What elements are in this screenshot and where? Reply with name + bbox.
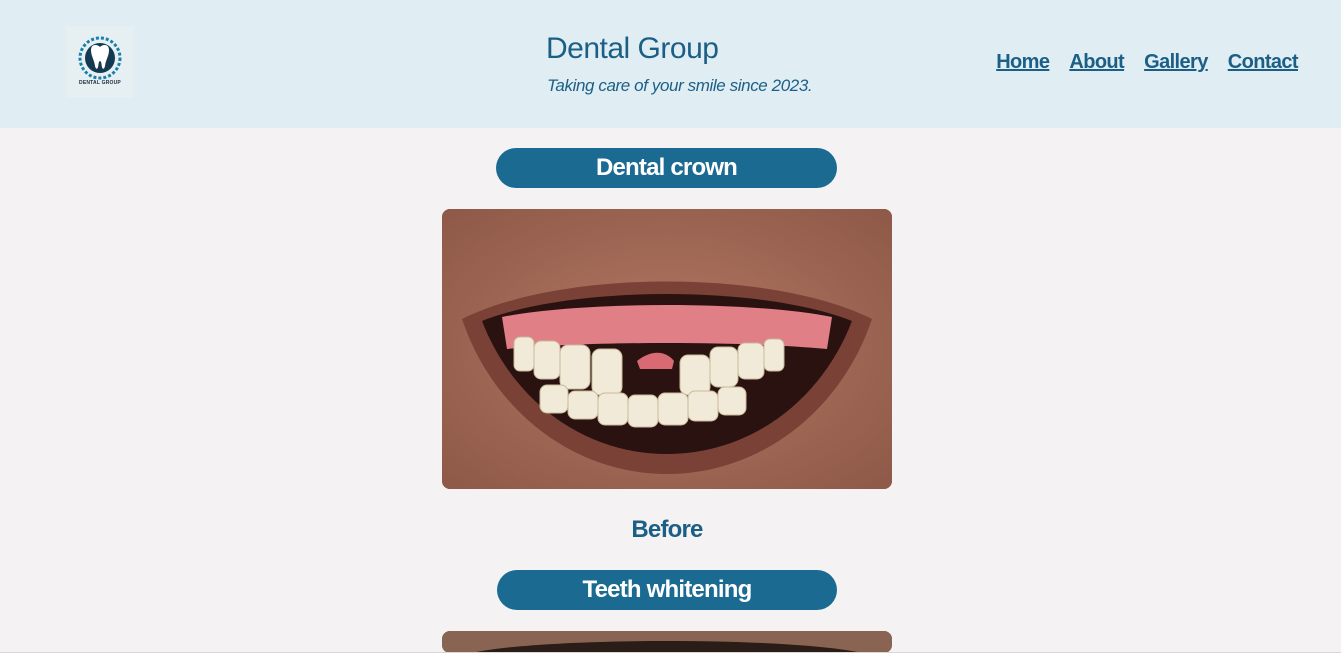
- nav-home-link[interactable]: Home: [996, 51, 1050, 74]
- dental-crown-before-photo: [442, 209, 892, 489]
- before-caption: Before: [631, 516, 703, 543]
- main-nav: Home About Gallery Contact: [996, 51, 1298, 74]
- nav-gallery-link[interactable]: Gallery: [1144, 51, 1208, 74]
- logo-caption: DENTAL GROUP: [79, 80, 121, 86]
- site-header: DENTAL GROUP Dental Group Taking care of…: [0, 0, 1341, 128]
- tooth-icon: [78, 36, 122, 80]
- site-logo[interactable]: DENTAL GROUP: [66, 26, 134, 98]
- site-title: Dental Group: [546, 32, 719, 65]
- section-title-teeth-whitening: Teeth whitening: [497, 570, 837, 610]
- teeth-whitening-photo: [442, 631, 892, 653]
- section-title-dental-crown: Dental crown: [496, 148, 837, 188]
- nav-about-link[interactable]: About: [1069, 51, 1124, 74]
- site-tagline: Taking care of your smile since 2023.: [547, 76, 813, 95]
- nav-contact-link[interactable]: Contact: [1228, 51, 1299, 74]
